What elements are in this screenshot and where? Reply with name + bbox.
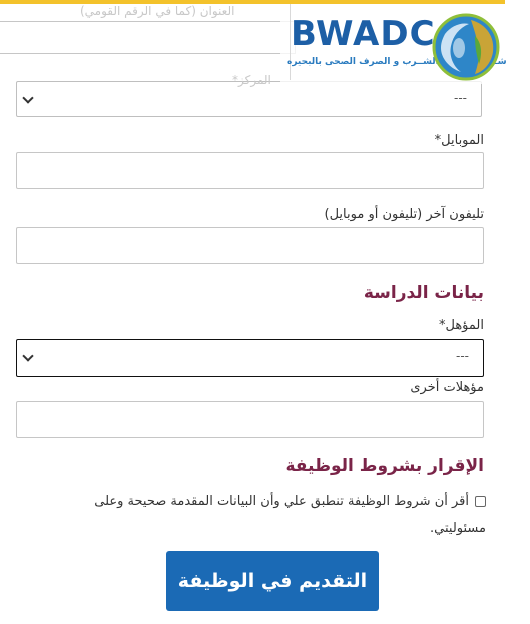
terms-section-title: الإقرار بشروط الوظيفة [285, 456, 485, 476]
acknowledgement: أقر أن شروط الوظيفة تنطبق علي وأن البيان… [40, 488, 486, 542]
center-label: المركز* [232, 73, 271, 87]
qualification-select-value: --- [456, 349, 469, 363]
chevron-down-icon [22, 350, 34, 362]
other-phone-label: تليفون آخر (تليفون أو موبايل) [324, 207, 484, 222]
address-field[interactable] [0, 21, 296, 54]
other-phone-field[interactable] [16, 227, 484, 264]
submit-application-button[interactable]: التقديم في الوظيفة [166, 551, 379, 611]
acknowledgement-text: أقر أن شروط الوظيفة تنطبق علي وأن البيان… [94, 494, 486, 536]
company-globe-logo-icon[interactable] [431, 12, 501, 82]
acknowledgement-checkbox[interactable] [475, 496, 486, 507]
chevron-down-icon [22, 92, 34, 104]
qualification-select[interactable]: --- [16, 339, 484, 377]
center-select-value: --- [454, 91, 467, 105]
other-qualifications-label: مؤهلات أخرى [410, 380, 484, 395]
study-section-title: بيانات الدراسة [363, 283, 484, 303]
other-qualifications-field[interactable] [16, 401, 484, 438]
qualification-label: المؤهل* [438, 318, 484, 333]
address-label: العنوان (كما في الرقم القومي) [80, 4, 235, 18]
mobile-field[interactable] [16, 152, 484, 189]
company-logo-text[interactable]: BWADC [291, 14, 436, 54]
job-application-form: --- الموبايل* تليفون آخر (تليفون أو موبا… [0, 0, 530, 624]
mobile-label: الموبايل* [434, 133, 484, 148]
